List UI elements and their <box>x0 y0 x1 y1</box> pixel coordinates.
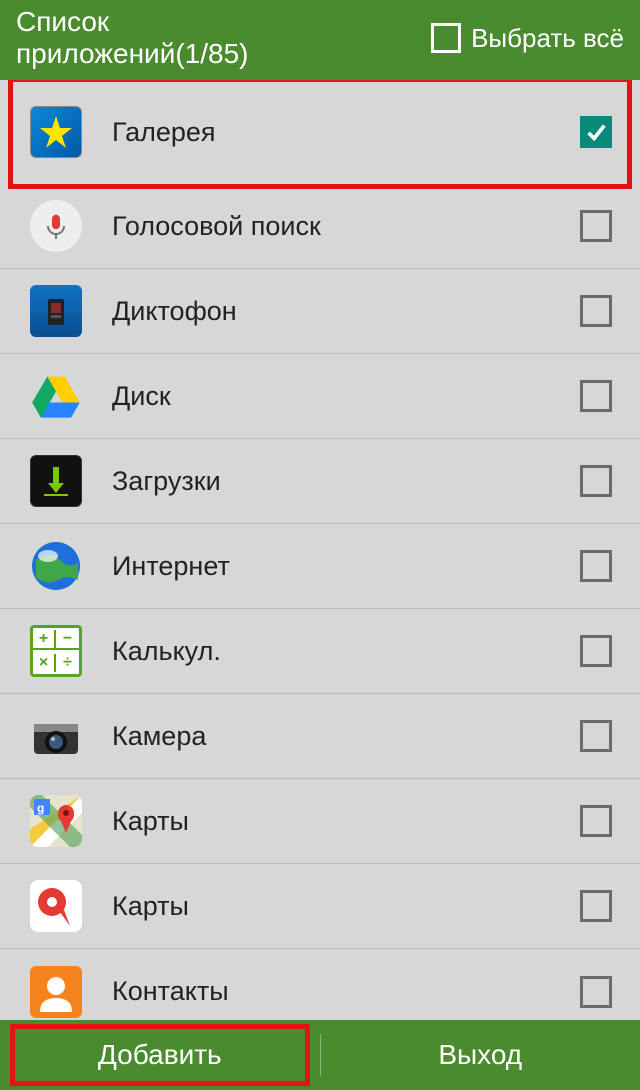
page-title: Список приложений(1/85) <box>16 6 248 70</box>
checkbox-checked-icon[interactable] <box>580 116 612 148</box>
gallery-icon <box>30 106 82 158</box>
add-button[interactable]: Добавить <box>0 1020 320 1090</box>
app-label: Камера <box>112 721 580 752</box>
svg-text:g: g <box>37 801 44 815</box>
list-item[interactable]: Галерея <box>0 80 640 184</box>
checkbox-empty-icon[interactable] <box>580 210 612 242</box>
select-all-checkbox-icon <box>431 23 461 53</box>
title-line1: Список <box>16 6 248 38</box>
list-item[interactable]: Карты <box>0 864 640 949</box>
checkbox-empty-icon[interactable] <box>580 720 612 752</box>
list-item[interactable]: Камера <box>0 694 640 779</box>
calc-icon: +−×÷ <box>30 625 82 677</box>
app-label: Диктофон <box>112 296 580 327</box>
checkbox-empty-icon[interactable] <box>580 380 612 412</box>
app-label: Карты <box>112 891 580 922</box>
checkbox-empty-icon[interactable] <box>580 465 612 497</box>
exit-button[interactable]: Выход <box>321 1020 640 1090</box>
checkbox-empty-icon[interactable] <box>580 976 612 1008</box>
app-list: Галерея Голосовой поиск Диктофон Диск Загруз… <box>0 80 640 1020</box>
app-label: Калькул. <box>112 636 580 667</box>
list-item[interactable]: Голосовой поиск <box>0 184 640 269</box>
title-line2: приложений(1/85) <box>16 38 248 70</box>
voice-icon <box>30 200 82 252</box>
list-item[interactable]: g Карты <box>0 779 640 864</box>
app-label: Галерея <box>112 117 580 148</box>
downloads-icon <box>30 455 82 507</box>
gmaps-icon: g <box>30 795 82 847</box>
drive-icon <box>30 370 82 422</box>
app-label: Загрузки <box>112 466 580 497</box>
list-item[interactable]: Диск <box>0 354 640 439</box>
bottom-bar: Добавить Выход <box>0 1020 640 1090</box>
add-button-highlight: Добавить <box>0 1020 320 1090</box>
list-item[interactable]: Интернет <box>0 524 640 609</box>
app-label: Контакты <box>112 976 580 1007</box>
list-item[interactable]: Диктофон <box>0 269 640 354</box>
camera-icon <box>30 710 82 762</box>
checkbox-empty-icon[interactable] <box>580 890 612 922</box>
app-label: Диск <box>112 381 580 412</box>
list-item[interactable]: +−×÷ Калькул. <box>0 609 640 694</box>
exit-button-label: Выход <box>438 1039 522 1071</box>
internet-icon <box>30 540 82 592</box>
app-label: Карты <box>112 806 580 837</box>
contacts-icon <box>30 966 82 1018</box>
select-all[interactable]: Выбрать всё <box>431 23 624 54</box>
recorder-icon <box>30 285 82 337</box>
checkbox-empty-icon[interactable] <box>580 550 612 582</box>
ymaps-icon <box>30 880 82 932</box>
add-button-label: Добавить <box>98 1039 222 1071</box>
header: Список приложений(1/85) Выбрать всё <box>0 0 640 80</box>
app-label: Интернет <box>112 551 580 582</box>
checkbox-empty-icon[interactable] <box>580 295 612 327</box>
list-item[interactable]: Загрузки <box>0 439 640 524</box>
list-item[interactable]: Контакты <box>0 949 640 1020</box>
checkbox-empty-icon[interactable] <box>580 805 612 837</box>
app-label: Голосовой поиск <box>112 211 580 242</box>
select-all-label: Выбрать всё <box>471 23 624 54</box>
list-item-highlight: Галерея <box>0 80 640 184</box>
checkbox-empty-icon[interactable] <box>580 635 612 667</box>
